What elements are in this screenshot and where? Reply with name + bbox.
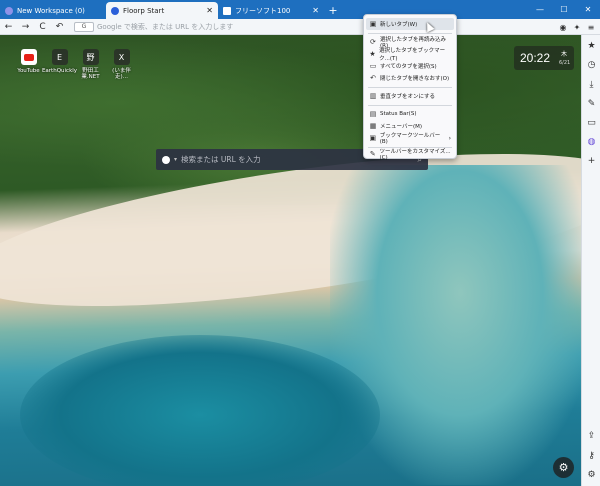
tab-label: フリーソフト100 — [235, 6, 291, 15]
clock-time: 20:22 — [520, 51, 551, 65]
search-engine-icon[interactable] — [162, 155, 170, 164]
menu-separator — [368, 87, 452, 88]
close-icon[interactable]: ✕ — [312, 6, 319, 15]
start-page: YouTube E EarthQuickly 野 野田工業.NET X (いま伴… — [0, 35, 581, 486]
tab-floorp-start[interactable]: Floorp Start ✕ — [106, 2, 218, 19]
back-button[interactable]: ← — [0, 22, 17, 32]
shortcut-youtube[interactable]: YouTube — [13, 49, 44, 80]
clock-date: 6/21 — [559, 60, 571, 66]
sidebar-settings-icon[interactable]: ⚙ — [582, 470, 600, 480]
menu-item-vertical-tabs[interactable]: ▥ 垂直タブをオンにする — [366, 90, 454, 102]
search-engine-selector[interactable]: G — [74, 21, 94, 32]
workspace-icon — [5, 6, 13, 15]
select-all-icon: ▭ — [369, 62, 377, 70]
status-bar-icon: ▤ — [369, 110, 377, 118]
close-window-button[interactable]: ✕ — [576, 0, 600, 19]
extensions-icon[interactable]: ✦ — [570, 23, 584, 32]
addon-icon[interactable]: ◍ — [582, 137, 600, 147]
reload-button[interactable]: C — [34, 22, 51, 32]
tab-label: Floorp Start — [123, 6, 165, 15]
shortcut-earthquickly[interactable]: E EarthQuickly — [42, 49, 77, 80]
minimize-button[interactable]: — — [528, 0, 552, 19]
close-icon[interactable]: ✕ — [206, 6, 213, 15]
bookmarks-star-icon[interactable]: ★ — [582, 41, 600, 51]
notes-pen-icon[interactable]: ✎ — [582, 99, 600, 109]
account-icon[interactable]: ◉ — [556, 23, 570, 32]
shortcut-list: YouTube E EarthQuickly 野 野田工業.NET X (いま伴… — [13, 49, 137, 80]
kanji-icon: 野 — [82, 49, 99, 65]
letter-e-icon: E — [51, 49, 68, 65]
new-tab-icon: ▣ — [369, 20, 377, 28]
menu-item-new-tab[interactable]: ▣ 新しいタブ(W) — [366, 18, 454, 30]
bookmark-toolbar-icon: ▣ — [369, 134, 377, 142]
tab-workspace[interactable]: New Workspace (0) — [0, 2, 106, 19]
sidebar-panel-icon[interactable]: ▭ — [582, 118, 600, 128]
menu-item-reopen-closed[interactable]: ↶ 閉じたタブを開きなおす(O) — [366, 72, 454, 84]
customize-icon: ✎ — [369, 150, 376, 158]
page-icon — [223, 6, 231, 15]
vertical-tabs-icon: ▥ — [369, 92, 377, 100]
menu-separator — [368, 33, 452, 34]
undo-icon: ↶ — [370, 74, 376, 82]
add-panel-icon[interactable]: + — [582, 156, 600, 166]
page-settings-button[interactable]: ⚙ — [553, 457, 574, 478]
chevron-down-icon[interactable]: ▾ — [174, 156, 177, 163]
menubar-icon: ▦ — [369, 122, 377, 130]
menu-item-bookmark-toolbar[interactable]: ▣ ブックマークツールバー(B) › — [366, 132, 454, 145]
undo-close-tab-button[interactable]: ↶ — [51, 22, 68, 32]
reload-icon: ⟳ — [370, 38, 376, 46]
menu-separator — [368, 105, 452, 106]
tab-bar-context-menu: ▣ 新しいタブ(W) ⟳ 選択したタブを再読み込み(R) ★ 選択したタブをブッ… — [363, 14, 457, 161]
wallpaper-lagoon — [20, 335, 380, 486]
url-placeholder: Google で検索、または URL を入力します — [97, 22, 234, 31]
tab-freesoft100[interactable]: フリーソフト100 ✕ — [218, 2, 324, 19]
shortcut-noda[interactable]: 野 野田工業.NET — [75, 49, 106, 80]
menu-item-status-bar[interactable]: ▤ Status Bar(S) — [366, 108, 454, 120]
x-icon: X — [113, 49, 130, 65]
maximize-button[interactable]: ☐ — [552, 0, 576, 19]
right-sidebar: ★ ◷ ⤓ ✎ ▭ ◍ + ⇪ ⚷ ⚙ — [581, 35, 600, 486]
history-icon[interactable]: ◷ — [582, 60, 600, 70]
shortcut-x[interactable]: X (いま伴走)... — [106, 49, 137, 80]
chevron-right-icon: › — [448, 134, 451, 142]
downloads-icon[interactable]: ⤓ — [582, 80, 600, 90]
menu-item-select-all[interactable]: ▭ すべてのタブを選択(S) — [366, 60, 454, 72]
menu-item-customize-toolbar[interactable]: ✎ ツールバーをカスタマイズ...(C) — [366, 148, 454, 161]
new-tab-button[interactable]: + — [324, 2, 342, 19]
nav-bar: ← → C ↶ G Google で検索、または URL を入力します ◉ ✦ … — [0, 19, 600, 35]
clock-widget: 20:22 木 6/21 — [514, 46, 574, 70]
toolbar-right: ◉ ✦ ≡ — [556, 19, 598, 35]
key-icon[interactable]: ⚷ — [582, 451, 600, 461]
clock-day: 木 — [561, 51, 568, 58]
forward-button[interactable]: → — [17, 22, 34, 32]
tab-label: New Workspace (0) — [17, 6, 85, 15]
floorp-icon — [111, 6, 119, 15]
window-controls: — ☐ ✕ — [528, 0, 600, 19]
star-icon: ★ — [369, 50, 376, 58]
share-icon[interactable]: ⇪ — [582, 431, 600, 441]
menu-icon[interactable]: ≡ — [584, 23, 598, 32]
menu-item-bookmark-selected[interactable]: ★ 選択したタブをブックマーク...(T) — [366, 48, 454, 62]
youtube-icon — [20, 49, 37, 65]
tab-bar: New Workspace (0) Floorp Start ✕ フリーソフト1… — [0, 0, 600, 19]
